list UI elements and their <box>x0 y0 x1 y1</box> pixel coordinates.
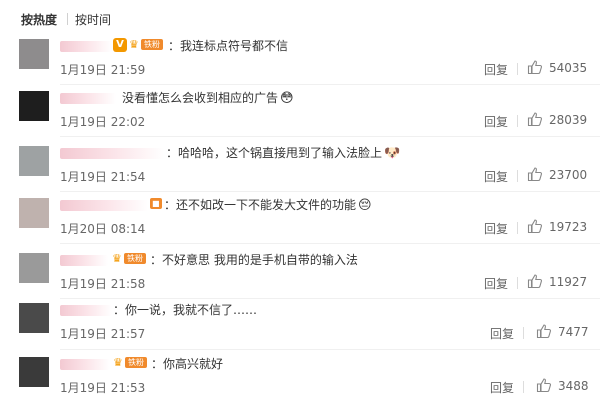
verified-badge-icon: V <box>113 38 127 52</box>
reply-button[interactable]: 回复 <box>490 325 514 342</box>
thumbs-up-icon <box>536 324 552 339</box>
username[interactable] <box>60 200 148 211</box>
thumbs-up-icon <box>527 274 543 289</box>
comment-time: 1月19日 21:58 <box>60 277 146 291</box>
thumbs-up-icon <box>527 219 543 234</box>
fan-badge: 铁粉 <box>141 39 163 50</box>
separator <box>60 298 600 299</box>
divider <box>517 63 518 75</box>
thumbs-up-icon <box>527 167 543 182</box>
comment-text: ：不好意思 我用的是手机自带的输入法 <box>150 253 358 267</box>
crown-icon: ♛ <box>112 252 122 265</box>
dog-face-emoji: 🐶 <box>384 145 401 161</box>
comment-time: 1月20日 08:14 <box>60 222 146 236</box>
avatar[interactable] <box>19 357 49 387</box>
reply-button[interactable]: 回复 <box>484 220 508 237</box>
reply-button[interactable]: 回复 <box>484 168 508 185</box>
username[interactable] <box>60 305 112 316</box>
thumbs-up-icon <box>527 112 543 127</box>
tab-sort-by-time[interactable]: 按时间 <box>75 11 111 28</box>
avatar[interactable] <box>19 253 49 283</box>
comment-item: 没看懂怎么会收到相应的广告 😳 1月19日 22:02 回复 28039 <box>0 91 600 143</box>
username[interactable] <box>60 359 110 370</box>
divider <box>523 327 524 339</box>
sort-tabs: 按热度 按时间 <box>0 0 600 36</box>
like-count: 11927 <box>549 275 588 289</box>
separator <box>60 84 600 85</box>
separator <box>60 136 600 137</box>
username[interactable] <box>60 255 108 266</box>
comment-text: ：你一说，我就不信了…… <box>113 303 258 317</box>
thumbs-up-icon <box>527 60 543 75</box>
comment-item: ♛ 铁粉 ：不好意思 我用的是手机自带的输入法 1月19日 21:58 回复 1… <box>0 253 600 305</box>
comment-text: ：哈哈哈，这个锅直接甩到了输入法脸上 🐶 <box>166 145 401 161</box>
comment-item: ♛ 铁粉 ：你高兴就好 1月19日 21:53 回复 3488 <box>0 357 600 409</box>
reply-button[interactable]: 回复 <box>484 61 508 78</box>
comment-item: ■ ：还不如改一下不能发大文件的功能 😔 1月20日 08:14 回复 19723 <box>0 198 600 250</box>
username[interactable] <box>60 93 116 104</box>
fan-badge-icon: ■ <box>150 198 162 209</box>
comment-time: 1月19日 21:54 <box>60 170 146 184</box>
avatar[interactable] <box>19 91 49 121</box>
avatar[interactable] <box>19 303 49 333</box>
like-count: 19723 <box>549 220 588 234</box>
like-count: 3488 <box>558 379 589 393</box>
like-count: 28039 <box>549 113 588 127</box>
reply-button[interactable]: 回复 <box>490 379 514 396</box>
username[interactable] <box>60 41 112 52</box>
comment-time: 1月19日 21:53 <box>60 381 146 395</box>
comment-text: ：你高兴就好 <box>151 357 224 371</box>
fan-badge: 铁粉 <box>125 357 147 368</box>
comment-text: 没看懂怎么会收到相应的广告 😳 <box>122 90 294 106</box>
avatar[interactable] <box>19 198 49 228</box>
username[interactable] <box>60 148 164 159</box>
divider <box>523 381 524 393</box>
divider <box>517 170 518 182</box>
avatar[interactable] <box>19 39 49 69</box>
comment-item: ：哈哈哈，这个锅直接甩到了输入法脸上 🐶 1月19日 21:54 回复 23700 <box>0 146 600 198</box>
crown-icon: ♛ <box>113 356 123 369</box>
comment-text: ：我连标点符号都不信 <box>168 39 289 53</box>
comment-item: ：你一说，我就不信了…… 1月19日 21:57 回复 7477 <box>0 303 600 355</box>
crown-icon: ♛ <box>129 38 139 51</box>
sad-face-emoji: 😔 <box>358 197 372 213</box>
divider <box>517 222 518 234</box>
like-count: 7477 <box>558 325 589 339</box>
comment-item: V ♛ 铁粉 ：我连标点符号都不信 1月19日 21:59 回复 54035 <box>0 38 600 91</box>
reply-button[interactable]: 回复 <box>484 113 508 130</box>
thumbs-up-icon <box>536 378 552 393</box>
separator <box>60 243 600 244</box>
avatar[interactable] <box>19 146 49 176</box>
tab-divider <box>67 13 68 25</box>
comment-time: 1月19日 22:02 <box>60 115 146 129</box>
tab-sort-by-hot[interactable]: 按热度 <box>21 11 57 28</box>
like-count: 54035 <box>549 61 588 75</box>
fan-badge: 铁粉 <box>124 253 146 264</box>
separator <box>60 191 600 192</box>
like-count: 23700 <box>549 168 588 182</box>
shy-face-emoji: 😳 <box>280 90 294 106</box>
comment-time: 1月19日 21:57 <box>60 327 146 341</box>
comment-time: 1月19日 21:59 <box>60 63 146 77</box>
separator <box>60 349 600 350</box>
divider <box>517 115 518 127</box>
comment-text: ：还不如改一下不能发大文件的功能 😔 <box>164 197 372 213</box>
reply-button[interactable]: 回复 <box>484 275 508 292</box>
divider <box>517 277 518 289</box>
